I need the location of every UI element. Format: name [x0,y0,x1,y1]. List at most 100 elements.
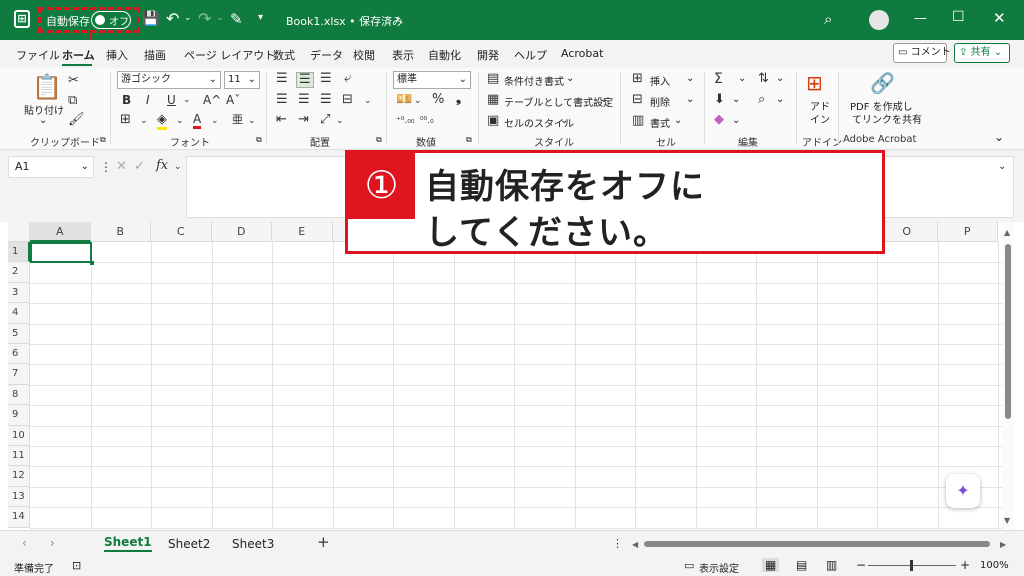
phonetic-icon[interactable]: 亜 [232,113,243,127]
borders-icon[interactable]: ⊞ [120,113,131,127]
increase-indent-icon[interactable]: ⇥ [298,113,309,127]
underline-icon[interactable]: U [167,93,176,107]
column-header[interactable]: A [30,222,91,242]
more-icon[interactable]: ⋮ [612,537,623,551]
font-color-chevron-icon[interactable]: ⌄ [211,114,219,128]
accessibility-icon[interactable]: ⊡ [72,559,81,572]
format-cells-icon[interactable]: ▥ [632,114,644,128]
selected-cell[interactable] [30,242,92,263]
display-settings-icon[interactable]: ▭ [684,559,694,572]
vertical-scrollbar[interactable]: ▲ ▼ [1002,222,1014,532]
orientation-icon[interactable]: ⤢ [320,113,330,127]
row-header[interactable]: 6 [8,344,30,365]
cell-styles-icon[interactable]: ▣ [487,114,499,128]
acrobat-label-line2[interactable]: てリンクを共有 [852,111,922,126]
zoom-level[interactable]: 100% [980,560,1009,571]
row-header[interactable]: 12 [8,466,30,487]
minimize-icon[interactable]: — [914,11,927,26]
more-icon[interactable]: ⋮ [100,160,112,174]
menu-item-review[interactable]: 校閲 [353,47,375,63]
paste-chevron-icon[interactable]: ⌄ [39,115,47,126]
decrease-indent-icon[interactable]: ⇤ [276,113,287,127]
fx-chevron-icon[interactable]: ⌄ [174,160,182,174]
font-color-icon[interactable]: A [193,112,202,129]
zoom-slider-thumb[interactable] [910,560,913,571]
menu-item-page-layout[interactable]: ページ レイアウト [184,47,275,63]
menu-item-insert[interactable]: 挿入 [106,47,128,63]
chevron-down-icon[interactable]: ⌄ [776,94,784,105]
row-header[interactable]: 4 [8,303,30,324]
scroll-left-icon[interactable]: ◀ [632,538,638,552]
redo-dropdown-icon[interactable]: ⌄ [216,13,224,23]
search-icon[interactable]: ⌕ [824,10,832,28]
chevron-down-icon[interactable]: ⌄ [560,115,568,126]
undo-icon[interactable]: ↶ [166,9,179,28]
menu-item-data[interactable]: データ [310,47,343,63]
row-header[interactable]: 7 [8,364,30,385]
format-as-table-icon[interactable]: ▦ [487,93,499,107]
dialog-launcher-icon[interactable]: ⧉ [466,135,472,145]
menu-item-automate[interactable]: 自動化 [428,47,461,63]
customize-qat-icon[interactable]: ▾ [258,12,263,23]
delete-cells-icon[interactable]: ⊟ [632,93,643,107]
avatar[interactable] [869,10,889,30]
column-header[interactable]: C [151,222,212,242]
italic-icon[interactable]: I [146,93,150,107]
decrease-font-icon[interactable]: Aˇ [226,93,240,107]
cancel-icon[interactable]: ✕ [116,160,127,174]
zoom-slider[interactable] [868,560,956,571]
spreadsheet-grid[interactable]: ABCDEFGHIJKLMNOP 1234567891011121314 ▲ ▼… [8,222,1014,532]
row-header[interactable]: 13 [8,486,30,508]
redo-icon[interactable]: ↷ [198,9,211,28]
select-all-corner[interactable] [8,222,30,242]
menu-item-home[interactable]: ホーム [62,47,95,63]
maximize-icon[interactable]: ☐ [952,9,965,25]
brush-icon[interactable]: ✎ [230,10,243,28]
format-as-table-label[interactable]: テーブルとして書式設定 [504,94,613,109]
increase-decimal-icon[interactable]: ⁺⁰.₀₀ [396,114,414,128]
conditional-formatting-label[interactable]: 条件付き書式 [504,73,564,88]
menu-item-acrobat[interactable]: Acrobat [561,47,603,60]
font-name-select[interactable]: 游ゴシック ⌄ [117,71,221,89]
conditional-formatting-icon[interactable]: ▤ [487,72,499,86]
save-icon[interactable]: 💾 [142,11,159,27]
name-box[interactable]: A1 ⌄ [8,156,94,178]
decrease-decimal-icon[interactable]: ⁰⁰.₀ [420,114,434,128]
sheet-tab-1[interactable]: Sheet1 [104,535,152,552]
row-header[interactable]: 11 [8,446,30,467]
scroll-down-icon[interactable]: ▼ [1004,516,1010,525]
insert-cells-icon[interactable]: ⊞ [632,72,643,86]
pdf-link-icon[interactable]: 🔗 [870,72,895,94]
chevron-down-icon[interactable]: ⌄ [600,94,608,105]
addins-label-line2[interactable]: イン [810,111,830,126]
normal-view-icon[interactable]: ▦ [762,558,780,572]
chevron-down-icon[interactable]: ⌄ [732,94,740,105]
zoom-in-icon[interactable]: + [960,558,970,572]
horizontal-scroll-thumb[interactable] [644,541,990,547]
menu-item-view[interactable]: 表示 [392,47,414,63]
undo-dropdown-icon[interactable]: ⌄ [184,13,192,23]
file-title[interactable]: Book1.xlsx • 保存済み [286,13,403,29]
fill-color-icon[interactable]: ◈ [157,113,167,130]
menu-item-draw[interactable]: 描画 [144,47,166,63]
copilot-button[interactable]: ✦ [946,474,980,508]
chevron-down-icon[interactable]: ⌄ [732,115,740,126]
chevron-down-icon[interactable]: ⌄ [674,115,682,126]
fill-chevron-icon[interactable]: ⌄ [176,114,184,128]
close-icon[interactable]: ✕ [993,9,1006,27]
underline-chevron-icon[interactable]: ⌄ [183,93,191,107]
sheet-tab-3[interactable]: Sheet3 [232,537,274,551]
column-header[interactable]: P [937,222,998,242]
scroll-up-icon[interactable]: ▲ [1004,228,1010,237]
align-middle-icon[interactable]: ☰ [296,72,314,88]
row-header[interactable]: 5 [8,323,30,344]
chevron-down-icon[interactable]: ⌄ [566,73,574,84]
zoom-out-icon[interactable]: − [856,558,866,572]
comma-icon[interactable]: ❟ [456,92,461,106]
number-format-select[interactable]: 標準 ⌄ [393,71,471,89]
row-header[interactable]: 3 [8,282,30,304]
chevron-down-icon[interactable]: ⌄ [686,94,694,105]
column-header[interactable]: E [272,222,333,242]
row-header[interactable]: 2 [8,262,30,283]
insert-function-icon[interactable]: fx [156,159,168,173]
